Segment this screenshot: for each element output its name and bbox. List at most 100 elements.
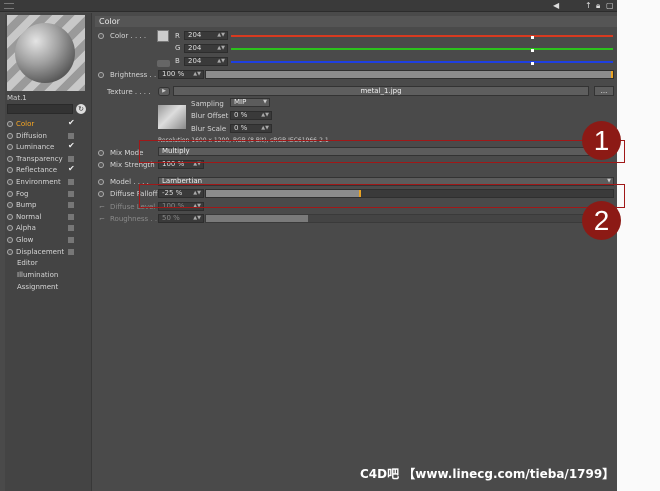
g-slider[interactable] [231,48,613,52]
texture-file-field[interactable]: metal_1.jpg [173,86,589,96]
animate-color-icon[interactable] [98,33,104,39]
checkbox-icon[interactable] [68,155,74,162]
checkbox-icon[interactable] [68,213,74,220]
checkmark-icon[interactable]: ✔ [68,141,75,151]
animate-channel-icon[interactable] [7,155,13,162]
checkbox-icon[interactable] [68,225,74,232]
up-arrow-icon[interactable]: ↑ [585,1,592,11]
animate-mix-mode-icon[interactable] [98,150,104,156]
animate-channel-icon[interactable] [7,213,13,220]
b-slider[interactable] [231,61,613,65]
preview-sphere [15,23,75,83]
sampling-dropdown[interactable]: MIP ▼ [230,98,270,107]
animate-channel-icon[interactable] [7,179,13,185]
spin-icon: ▲▼ [261,125,269,131]
spin-icon: ▲▼ [217,45,225,51]
channel-label: Luminance [16,143,55,152]
checkbox-icon[interactable] [68,179,74,185]
blur-offset-label: Blur Offset [191,112,229,120]
animate-channel-icon[interactable] [7,121,13,127]
brightness-slider[interactable] [205,70,614,79]
r-field[interactable]: 204 ▲▼ [184,31,228,40]
channel-item[interactable]: Diffusion [7,131,87,141]
lock-icon[interactable]: 🔒︎ [596,1,600,11]
animate-channel-icon[interactable] [7,248,13,255]
texture-more-button[interactable]: ... [594,86,614,96]
section-header: Color [95,16,617,27]
channel-label: Environment [16,178,61,186]
sidebar-item-assignment[interactable]: Assignment [17,282,58,292]
b-field[interactable]: 204 ▲▼ [184,57,228,66]
attributes-panel: Color Color . . . . R 204 ▲▼ G 204 ▲▼ B 20… [95,16,617,491]
checkbox-icon[interactable] [68,132,74,139]
channel-label: Color [16,120,35,128]
title-bar: ◀ ↑ 🔒︎ ▢ [0,0,617,12]
blur-scale-field[interactable]: 0 % ▲▼ [230,124,272,133]
b-value: 204 [188,57,202,65]
blur-offset-field[interactable]: 0 % ▲▼ [230,111,272,120]
r-knob[interactable] [531,36,534,39]
animate-channel-icon[interactable] [7,202,13,209]
roughness-fill [206,215,308,222]
animate-model-icon[interactable] [98,179,104,185]
sidebar-item-illumination[interactable]: Illumination [17,270,58,280]
sidebar-item-editor[interactable]: Editor [17,258,38,268]
channel-item[interactable]: Glow [7,235,87,245]
back-arrow-icon[interactable]: ◀ [553,1,559,11]
checkmark-icon[interactable]: ✔ [68,164,75,174]
channel-item[interactable]: Fog [7,189,87,199]
watermark: C4D吧 【www.linecg.com/tieba/1799】 [360,467,615,481]
r-label: R [175,32,180,40]
channel-label: Glow [16,236,34,244]
texture-play-icon[interactable]: ▶ [158,87,170,96]
animate-channel-icon[interactable] [7,190,13,197]
animate-mix-strength-icon[interactable] [98,162,104,168]
channel-item[interactable]: Displacement [7,247,87,257]
channel-item[interactable]: Color ✔ [7,118,87,129]
g-knob[interactable] [531,49,534,52]
texture-thumbnail [158,105,186,129]
spin-icon: ▲▼ [193,71,201,77]
channel-label: Displacement [16,247,65,256]
blur-offset-value: 0 % [234,111,248,119]
color-picker-button[interactable] [157,60,170,67]
channel-item[interactable]: Transparency [7,154,87,164]
animate-channel-icon[interactable] [7,144,13,151]
material-preview[interactable] [7,15,85,91]
brightness-field[interactable]: 100 % ▲▼ [158,70,204,79]
grip-icon[interactable] [4,3,14,9]
animate-channel-icon[interactable] [7,132,13,139]
animate-diffuse-falloff-icon[interactable] [98,191,104,197]
material-name-input[interactable] [7,104,73,114]
channel-item[interactable]: Alpha [7,223,87,233]
channel-label: Reflectance [16,166,58,175]
annotation-marker-1: 1 [582,121,621,160]
animate-channel-icon[interactable] [7,225,13,232]
channel-sidebar: Mat.1 ↻ Color ✔ Diffusion Luminance ✔ Transpa… [5,13,92,491]
r-slider[interactable] [231,35,613,39]
roughness-icon: ⌐ [99,215,105,223]
brightness-tip [611,71,613,78]
animate-channel-icon[interactable] [7,237,13,243]
channel-item[interactable]: Luminance ✔ [7,141,87,152]
checkbox-icon[interactable] [68,248,74,255]
checkbox-icon[interactable] [68,237,74,243]
animate-brightness-icon[interactable] [98,72,104,78]
color-swatch[interactable] [157,30,169,42]
spin-icon: ▲▼ [217,32,225,38]
g-field[interactable]: 204 ▲▼ [184,44,228,53]
animate-channel-icon[interactable] [7,167,13,174]
window-icon[interactable]: ▢ [606,1,614,11]
channel-item[interactable]: Environment [7,177,87,187]
material-name: Mat.1 [7,94,27,102]
refresh-icon[interactable]: ↻ [76,104,86,114]
brightness-label: Brightness . . [110,71,157,79]
checkbox-icon[interactable] [68,190,74,197]
channel-item[interactable]: Reflectance ✔ [7,164,87,175]
channel-item[interactable]: Bump [7,200,87,210]
channel-item[interactable]: Normal [7,212,87,222]
b-knob[interactable] [531,62,534,65]
checkbox-icon[interactable] [68,202,74,209]
checkmark-icon[interactable]: ✔ [68,118,75,128]
sampling-value: MIP [234,98,247,106]
